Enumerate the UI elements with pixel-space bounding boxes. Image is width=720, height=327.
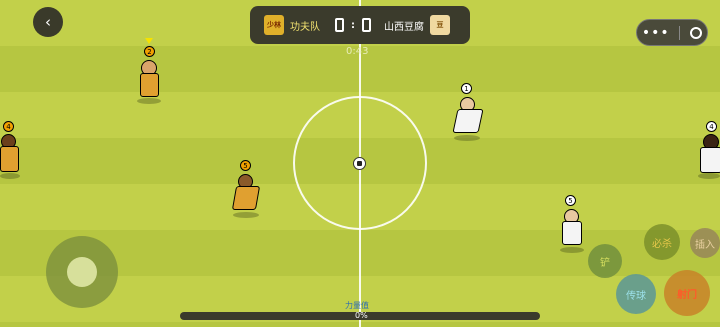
- capsule-divider: [679, 25, 681, 40]
- shoot-button[interactable]: 射门: [664, 270, 710, 316]
- player-body: [231, 186, 261, 210]
- more-icon[interactable]: •••: [642, 25, 670, 41]
- player-number: 1: [461, 83, 472, 94]
- match-timer: 0:43: [346, 46, 369, 57]
- tackle-button[interactable]: 铲: [588, 244, 622, 278]
- power-label: 力量值: [345, 301, 369, 310]
- player-body: [140, 73, 159, 97]
- player-shadow: [560, 247, 584, 253]
- home-score: 0: [335, 18, 344, 32]
- skill-button[interactable]: 必杀: [644, 224, 680, 260]
- virtual-joystick[interactable]: [46, 236, 118, 308]
- player-body: [700, 147, 720, 173]
- player-number: 4: [3, 121, 14, 132]
- joystick-knob[interactable]: [67, 257, 97, 287]
- away-team-badge: 豆: [430, 15, 450, 35]
- home-team-name: 功夫队: [290, 21, 320, 33]
- away-team-name: 山西豆腐: [384, 21, 424, 33]
- player-shadow: [137, 98, 161, 104]
- power-value: 0%: [355, 311, 368, 320]
- player-number: 5: [240, 160, 251, 171]
- pass-button[interactable]: 传球: [616, 274, 656, 314]
- back-button[interactable]: ‹: [33, 7, 63, 37]
- soccer-ball: [353, 157, 366, 170]
- player-body: [562, 221, 582, 245]
- home-team-badge: 少林: [264, 15, 284, 35]
- away-score: 0: [362, 18, 371, 32]
- player-shadow: [0, 173, 20, 179]
- player-shadow: [233, 212, 259, 218]
- player-number: 2: [144, 46, 155, 57]
- scoreboard: 少林 功夫队 0 : 0 山西豆腐 豆: [250, 6, 470, 44]
- player-number: 5: [565, 195, 576, 206]
- player-body: [0, 146, 19, 172]
- sub-button[interactable]: 插入: [690, 228, 720, 258]
- close-icon[interactable]: [690, 26, 703, 39]
- score-separator: :: [351, 19, 355, 31]
- mini-program-capsule: •••: [636, 19, 708, 46]
- player-shadow: [698, 173, 720, 179]
- back-icon: ‹: [45, 13, 51, 31]
- active-player-marker: [145, 38, 153, 44]
- player-body: [452, 109, 484, 133]
- player-number: 4: [706, 121, 717, 132]
- player-shadow: [454, 135, 480, 141]
